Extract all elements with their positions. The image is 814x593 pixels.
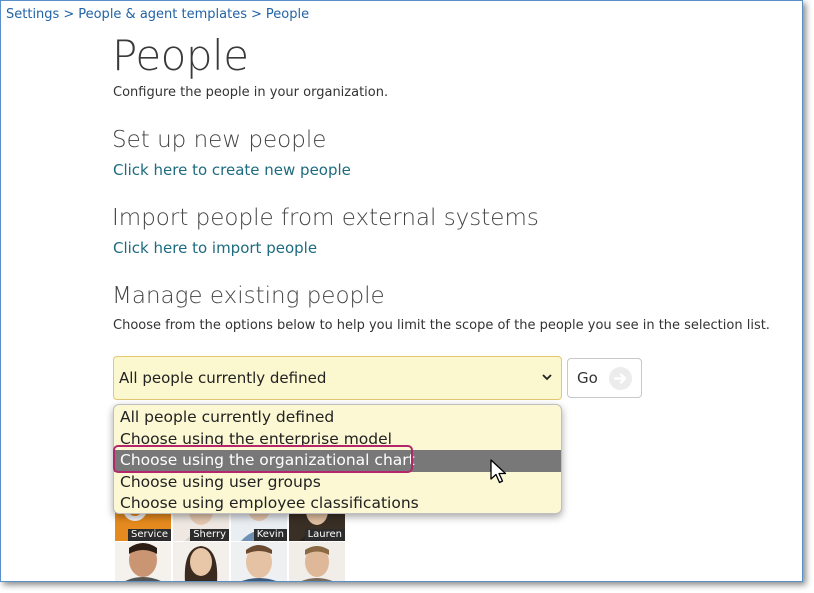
breadcrumb: Settings > People & agent templates > People — [6, 7, 309, 22]
person-photo-icon — [184, 546, 218, 581]
setup-section-title: Set up new people — [112, 127, 327, 153]
person-tile[interactable] — [231, 542, 287, 581]
scope-select[interactable]: All people currently defined — [113, 356, 562, 400]
person-tile-caption: Lauren — [304, 529, 345, 541]
manage-section-title: Manage existing people — [112, 283, 385, 309]
person-photo-icon — [125, 543, 161, 581]
dropdown-option-enterprise-model[interactable]: Choose using the enterprise model — [114, 429, 561, 451]
dropdown-option-all-people[interactable]: All people currently defined — [114, 407, 561, 429]
person-tile[interactable] — [115, 542, 171, 581]
person-photo-icon — [301, 546, 333, 581]
dropdown-option-employee-classifications[interactable]: Choose using employee classifications — [114, 493, 561, 515]
person-tile[interactable] — [289, 542, 345, 581]
manage-description: Choose from the options below to help yo… — [113, 318, 770, 333]
breadcrumb-people[interactable]: People — [266, 7, 309, 22]
breadcrumb-separator: > — [63, 7, 75, 22]
person-tile-caption: Sherry — [190, 529, 229, 541]
chevron-down-icon — [542, 374, 552, 381]
mouse-cursor-icon — [490, 459, 507, 484]
import-people-link[interactable]: Click here to import people — [113, 239, 317, 257]
person-photo-icon — [241, 545, 277, 581]
person-tile-caption: Service — [128, 529, 171, 541]
breadcrumb-people-agent-templates[interactable]: People & agent templates — [78, 7, 247, 22]
arrow-right-circle-icon — [609, 367, 632, 390]
import-section-title: Import people from external systems — [112, 205, 539, 231]
breadcrumb-settings[interactable]: Settings — [6, 7, 59, 22]
go-button-label: Go — [577, 369, 598, 387]
breadcrumb-separator: > — [250, 7, 262, 22]
person-tile-caption: Kevin — [253, 529, 287, 541]
page-subtitle: Configure the people in your organizatio… — [113, 85, 389, 100]
go-button[interactable]: Go — [567, 358, 642, 398]
app-window: Settings > People & agent templates > People… — [0, 0, 803, 582]
scope-select-value: All people currently defined — [119, 369, 327, 387]
person-tile[interactable] — [173, 542, 229, 581]
create-people-link[interactable]: Click here to create new people — [113, 161, 351, 179]
page-title: People — [112, 31, 249, 80]
